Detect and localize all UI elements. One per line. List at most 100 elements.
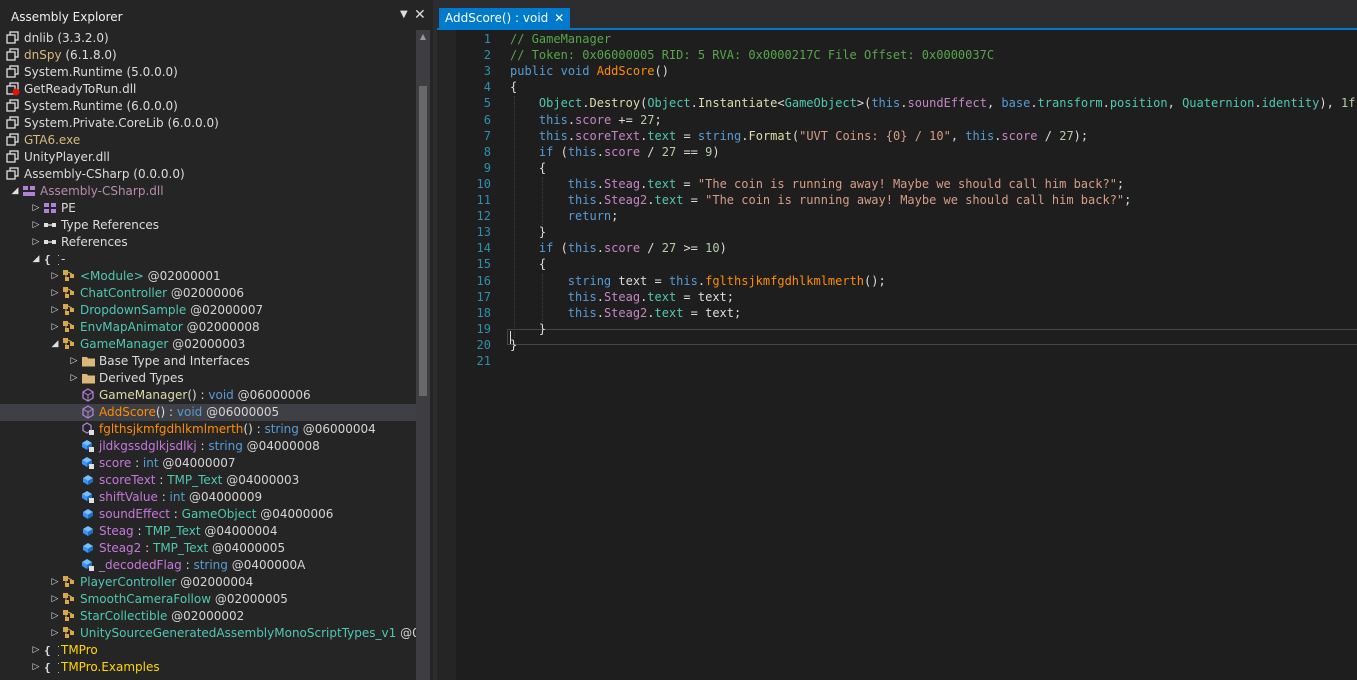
tree-node[interactable]: ▷ Derived Types	[0, 370, 416, 387]
tree-label-part: Steag	[99, 524, 134, 538]
assembly-error-icon	[6, 82, 22, 97]
code-token: this	[567, 193, 597, 207]
tree-label-part: @04000005	[208, 541, 286, 555]
tree-node[interactable]: ▷{ }TMPro	[0, 642, 416, 659]
code-token: soundEffect	[907, 96, 987, 111]
tree-node[interactable]: ◢ GameManager @02000003	[0, 336, 416, 353]
tree-node[interactable]: dnSpy (6.1.8.0)	[0, 47, 416, 64]
expand-arrow-icon[interactable]: ▷	[31, 202, 41, 214]
tree-node[interactable]: GetReadyToRun.dll	[0, 81, 416, 98]
tree-label-part: :	[196, 388, 209, 402]
tree-node[interactable]: dnlib (3.3.2.0)	[0, 30, 416, 47]
scroll-up-icon[interactable]: ▲	[416, 30, 430, 44]
tree-node[interactable]: jldkgssdglkjsdlkj : string @04000008	[0, 438, 416, 455]
tree-node[interactable]: ▷{ }TMPro.Examples	[0, 659, 416, 676]
tree-node[interactable]: ▷ ChatController @02000006	[0, 285, 416, 302]
tree-label-part: StarCollectible	[80, 609, 168, 623]
tree-node[interactable]: fglthsjkmfgdhlkmlmerth() : string @06000…	[0, 421, 416, 438]
code-token: {	[510, 160, 547, 175]
explorer-header: Assembly Explorer ▼ ✕	[0, 7, 433, 28]
code-area[interactable]: 1 // GameManager 2 // Token: 0x06000005 RID…	[456, 30, 1357, 680]
tree-label-part: @06000005	[202, 405, 280, 419]
expand-arrow-icon[interactable]: ▷	[50, 321, 60, 333]
tree-node[interactable]: scoreText : TMP_Text @04000003	[0, 472, 416, 489]
tree-node[interactable]: ▷ StarCollectible @02000002	[0, 608, 416, 625]
svg-text:{ }: { }	[44, 644, 59, 657]
line-number: 13	[476, 225, 491, 240]
code-line: if (this.score / 27 >= 10)	[510, 241, 727, 255]
tree-label-part: Assembly-CSharp	[24, 167, 130, 181]
tree-label-part: AddScore	[99, 405, 156, 419]
expand-arrow-icon[interactable]: ▷	[50, 593, 60, 605]
tree-node[interactable]: ▷ UnitySourceGeneratedAssemblyMonoScriptT…	[0, 625, 416, 642]
tree-node[interactable]: ▷ <Module> @02000001	[0, 268, 416, 285]
tree-node[interactable]: score : int @04000007	[0, 455, 416, 472]
tree-node[interactable]: ▷ References	[0, 234, 416, 251]
tree-node[interactable]: Steag2 : TMP_Text @04000005	[0, 540, 416, 557]
panel-menu-icon[interactable]: ▼	[400, 9, 408, 20]
code-editor[interactable]: AddScore() : void ✕ 1 // GameManager 2 // To…	[437, 0, 1357, 680]
expand-arrow-icon[interactable]: ▷	[50, 610, 60, 622]
collapse-arrow-icon[interactable]: ◢	[31, 253, 41, 265]
tree-node[interactable]: ▷ DropdownSample @02000007	[0, 302, 416, 319]
tree-label-part: Derived Types	[99, 371, 184, 385]
assembly-tree[interactable]: dnlib (3.3.2.0) dnSpy (6.1.8.0) System.Run…	[0, 30, 416, 680]
expand-arrow-icon[interactable]: ▷	[31, 644, 41, 656]
expand-arrow-icon[interactable]: ▷	[69, 372, 79, 384]
expand-arrow-icon[interactable]: ▷	[50, 270, 60, 282]
code-token: fglthsjkmfgdhlkmlmerth	[705, 273, 865, 288]
expand-arrow-icon[interactable]: ▷	[31, 661, 41, 673]
expand-arrow-icon[interactable]: ▷	[31, 219, 41, 231]
code-token: if	[538, 241, 554, 256]
expand-arrow-icon[interactable]: ▷	[50, 304, 60, 316]
code-token: =	[676, 176, 698, 191]
tree-node[interactable]: ▷ EnvMapAnimator @02000008	[0, 319, 416, 336]
tree-node[interactable]: UnityPlayer.dll	[0, 149, 416, 166]
code-token: ,	[986, 96, 1002, 111]
tree-scrollbar[interactable]: ▲	[416, 30, 430, 680]
collapse-arrow-icon[interactable]: ◢	[10, 185, 20, 197]
expand-arrow-icon	[69, 389, 79, 401]
collapse-arrow-icon[interactable]: ◢	[50, 338, 60, 350]
panel-close-icon[interactable]: ✕	[414, 7, 426, 23]
scrollbar-thumb[interactable]	[419, 86, 427, 396]
assembly-icon	[6, 150, 22, 165]
expand-arrow-icon[interactable]: ▷	[50, 576, 60, 588]
tree-label-part: dnSpy	[24, 48, 62, 62]
tree-node[interactable]: shiftValue : int @04000009	[0, 489, 416, 506]
code-token: this	[965, 128, 995, 143]
code-token: 27	[661, 144, 677, 159]
tree-node[interactable]: System.Private.CoreLib (6.0.0.0)	[0, 115, 416, 132]
tree-node[interactable]: ◢ Assembly-CSharp.dll	[0, 183, 416, 200]
tab-close-icon[interactable]: ✕	[554, 11, 564, 25]
tree-node[interactable]: AddScore() : void @06000005	[0, 404, 416, 421]
tree-node[interactable]: _decodedFlag : string @0400000A	[0, 557, 416, 574]
tree-node-label: EnvMapAnimator @02000008	[80, 320, 260, 335]
expand-arrow-icon[interactable]: ▷	[50, 627, 60, 639]
code-line: }	[510, 338, 517, 352]
tree-node[interactable]: soundEffect : GameObject @04000006	[0, 506, 416, 523]
tab-addscore[interactable]: AddScore() : void ✕	[439, 8, 571, 28]
tree-node[interactable]: ▷ SmoothCameraFollow @02000005	[0, 591, 416, 608]
line-number: 12	[476, 209, 491, 224]
tree-node[interactable]: GTA6.exe	[0, 132, 416, 149]
tree-node[interactable]: Steag : TMP_Text @04000004	[0, 523, 416, 540]
tree-node[interactable]: ▷ Type References	[0, 217, 416, 234]
tree-node[interactable]: GameManager() : void @06000006	[0, 387, 416, 404]
expand-arrow-icon[interactable]: ▷	[50, 287, 60, 299]
class-icon	[62, 337, 78, 352]
tree-node[interactable]: System.Runtime (6.0.0.0)	[0, 98, 416, 115]
expand-arrow-icon[interactable]: ▷	[69, 355, 79, 367]
tree-label-part: (6.0.0.0)	[122, 99, 178, 113]
expand-arrow-icon[interactable]: ▷	[31, 236, 41, 248]
code-token: .	[1102, 96, 1110, 111]
tree-label-part: scoreText	[99, 473, 156, 487]
tree-node[interactable]: ▷ Base Type and Interfaces	[0, 353, 416, 370]
tree-node[interactable]: System.Runtime (5.0.0.0)	[0, 64, 416, 81]
tree-node[interactable]: ▷ PE	[0, 200, 416, 217]
tree-label-part: @02000003	[168, 337, 246, 351]
tree-node[interactable]: Assembly-CSharp (0.0.0.0)	[0, 166, 416, 183]
indent-guide	[542, 176, 543, 226]
tree-node[interactable]: ◢{ }-	[0, 251, 416, 268]
tree-node[interactable]: ▷ PlayerController @02000004	[0, 574, 416, 591]
